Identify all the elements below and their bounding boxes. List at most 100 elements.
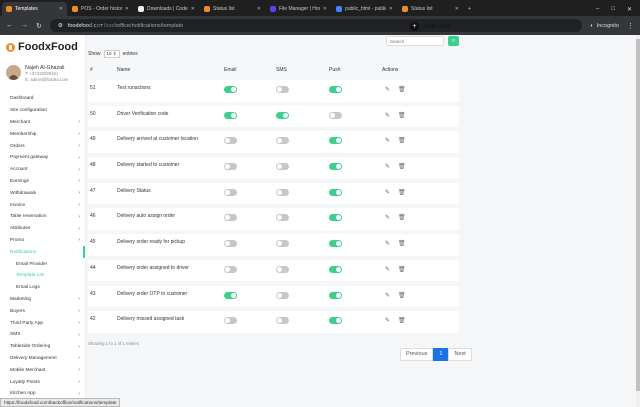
delete-icon[interactable]: 🗑	[398, 112, 406, 119]
sidebar-item[interactable]: Mobile Merchant ›	[0, 364, 85, 376]
tab-close-icon[interactable]: ✕	[455, 6, 459, 12]
sidebar-item[interactable]: Merchant ›	[0, 117, 85, 129]
logo[interactable]: FoodxFood	[0, 41, 85, 53]
push-toggle[interactable]	[329, 137, 342, 145]
sidebar-item[interactable]: Dashboard	[0, 93, 85, 105]
sms-toggle[interactable]	[276, 111, 289, 119]
email-toggle[interactable]	[224, 265, 237, 273]
delete-icon[interactable]: 🗑	[398, 292, 406, 299]
minimize-icon[interactable]: –	[596, 6, 599, 13]
sidebar-item[interactable]: Notifications	[0, 246, 85, 259]
edit-icon[interactable]: ✎	[385, 86, 390, 93]
sms-toggle[interactable]	[276, 86, 289, 93]
prev-button[interactable]: Previous	[400, 348, 434, 361]
search-input[interactable]	[386, 36, 444, 46]
push-toggle[interactable]	[329, 214, 342, 222]
push-toggle[interactable]	[329, 163, 342, 171]
sidebar-item[interactable]: Membership ›	[0, 128, 85, 140]
delete-icon[interactable]: 🗑	[398, 266, 406, 273]
sidebar-item[interactable]: Withdrawals ›	[0, 187, 85, 199]
add-new-button[interactable]: + Add new	[410, 22, 450, 31]
edit-icon[interactable]: ✎	[385, 292, 390, 299]
sidebar-item[interactable]: Orders ›	[0, 140, 85, 152]
sidebar-item[interactable]: SMS ›	[0, 329, 85, 341]
email-toggle[interactable]	[224, 214, 237, 222]
sidebar-item[interactable]: Marketing ›	[0, 294, 85, 306]
email-toggle[interactable]	[224, 317, 237, 325]
browser-tab[interactable]: File Manager | Hostin✕	[266, 2, 331, 16]
col-push[interactable]: Push	[329, 67, 340, 73]
sms-toggle[interactable]	[276, 137, 289, 145]
browser-tab[interactable]: Downloads | CodeCa✕	[134, 2, 199, 16]
sidebar-item[interactable]: Email Provider	[0, 258, 85, 270]
edit-icon[interactable]: ✎	[385, 266, 390, 273]
next-button[interactable]: Next	[448, 348, 472, 361]
tab-close-icon[interactable]: ✕	[323, 6, 327, 12]
close-window-icon[interactable]: ✕	[627, 6, 632, 13]
push-toggle[interactable]	[329, 317, 342, 325]
tab-close-icon[interactable]: ✕	[59, 6, 63, 12]
sms-toggle[interactable]	[276, 214, 289, 222]
reload-icon[interactable]: ↻	[36, 22, 42, 30]
sidebar-item[interactable]: Payment gateway ›	[0, 152, 85, 164]
forward-icon[interactable]: →	[21, 22, 28, 29]
push-toggle[interactable]	[329, 291, 342, 299]
browser-tab[interactable]: POS - Order history ✕	[68, 2, 133, 16]
tab-close-icon[interactable]: ✕	[389, 6, 393, 12]
edit-icon[interactable]: ✎	[385, 240, 390, 247]
push-toggle[interactable]	[329, 111, 342, 119]
delete-icon[interactable]: 🗑	[398, 214, 406, 221]
push-toggle[interactable]	[329, 265, 342, 273]
avatar[interactable]	[6, 65, 21, 80]
new-tab-icon[interactable]: +	[464, 2, 474, 16]
push-toggle[interactable]	[329, 86, 342, 93]
delete-icon[interactable]: 🗑	[398, 86, 406, 93]
delete-icon[interactable]: 🗑	[398, 189, 406, 196]
sidebar-item[interactable]: Loyalty Points ›	[0, 376, 85, 388]
sms-toggle[interactable]	[276, 317, 289, 325]
maximize-icon[interactable]: □	[611, 6, 615, 13]
browser-tab[interactable]: Status list ✕	[398, 2, 463, 16]
col-sms[interactable]: SMS	[276, 67, 287, 73]
push-toggle[interactable]	[329, 188, 342, 196]
email-toggle[interactable]	[224, 291, 237, 299]
delete-icon[interactable]: 🗑	[398, 163, 406, 170]
delete-icon[interactable]: 🗑	[398, 240, 406, 247]
scrollbar[interactable]	[636, 35, 640, 407]
col-email[interactable]: Email	[224, 67, 237, 73]
sidebar-item[interactable]: Table reservation ›	[0, 211, 85, 223]
edit-icon[interactable]: ✎	[385, 317, 390, 324]
back-icon[interactable]: ←	[6, 22, 13, 29]
sidebar-item[interactable]: Email Logs	[0, 282, 85, 294]
email-toggle[interactable]	[224, 163, 237, 171]
sms-toggle[interactable]	[276, 240, 289, 248]
sidebar-item[interactable]: Template List	[0, 270, 85, 282]
menu-icon[interactable]: ⋮	[627, 22, 634, 30]
search-button[interactable]: ⌕	[448, 36, 459, 46]
sidebar-item[interactable]: Tableside Ordering ›	[0, 341, 85, 353]
browser-tab[interactable]: Templates ✕	[2, 2, 67, 16]
sms-toggle[interactable]	[276, 188, 289, 196]
sidebar-item[interactable]: Delivery Management ›	[0, 353, 85, 365]
sidebar-item[interactable]: Account ›	[0, 164, 85, 176]
sms-toggle[interactable]	[276, 265, 289, 273]
col-num[interactable]: #	[90, 67, 93, 73]
edit-icon[interactable]: ✎	[385, 112, 390, 119]
sidebar-item[interactable]: Third Party App ›	[0, 317, 85, 329]
browser-tab[interactable]: public_html - public ✕	[332, 2, 397, 16]
tab-close-icon[interactable]: ✕	[257, 6, 261, 12]
sms-toggle[interactable]	[276, 163, 289, 171]
col-actions[interactable]: Actions	[382, 67, 398, 73]
sidebar-item[interactable]: Buyers ›	[0, 305, 85, 317]
push-toggle[interactable]	[329, 240, 342, 248]
email-toggle[interactable]	[224, 86, 237, 93]
url-field[interactable]: ⚙ foodxfood.com/backoffice/notifications…	[49, 19, 583, 32]
sidebar-item[interactable]: Invoice ›	[0, 199, 85, 211]
edit-icon[interactable]: ✎	[385, 137, 390, 144]
sidebar-item[interactable]: Earnings ›	[0, 176, 85, 188]
sidebar-item[interactable]: Promo ›	[0, 235, 85, 247]
edit-icon[interactable]: ✎	[385, 163, 390, 170]
email-toggle[interactable]	[224, 188, 237, 196]
email-toggle[interactable]	[224, 240, 237, 248]
entries-select[interactable]: 10 ⇕	[103, 50, 120, 58]
